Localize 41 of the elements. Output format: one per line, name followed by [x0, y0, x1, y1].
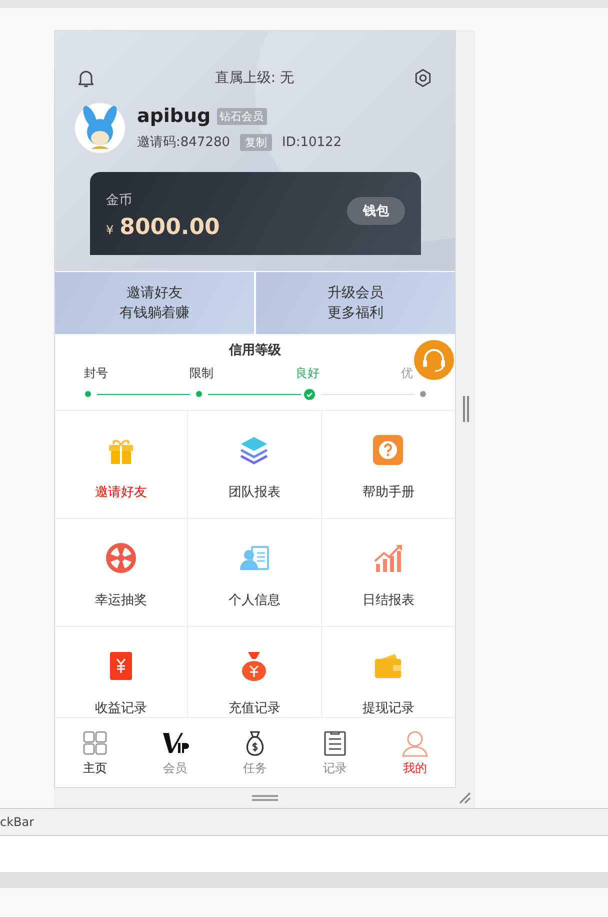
credit-step-label: 封号 — [84, 365, 108, 381]
promo-subtitle: 有钱躺着赚 — [120, 304, 190, 322]
resize-handle-icon[interactable] — [252, 795, 278, 801]
user-id: ID:10122 — [282, 134, 342, 150]
menu-item[interactable]: 幸运抽奖 — [55, 519, 188, 627]
resize-handle-icon[interactable] — [462, 396, 468, 422]
promo-banner[interactable]: 升级会员 更多福利 — [256, 272, 455, 334]
credit-step-label: 良好 — [295, 365, 320, 381]
tab-bar-item[interactable]: 我的 — [375, 718, 455, 787]
menu-item[interactable]: 日结报表 — [322, 519, 455, 627]
balance-amount: 8000.00 — [120, 215, 220, 240]
clipboard-icon — [321, 728, 349, 756]
resize-corner-icon[interactable] — [459, 792, 471, 804]
wallet-button[interactable]: 钱包 — [347, 196, 405, 224]
panel-tab-label[interactable]: ckBar — [0, 815, 34, 829]
horizontal-scrollbar[interactable] — [0, 872, 608, 888]
promo-title: 升级会员 — [328, 284, 384, 302]
user-icon — [401, 728, 429, 756]
tab-bar-item[interactable]: 主页 — [55, 718, 135, 787]
menu-item[interactable]: 邀请好友 — [55, 411, 188, 519]
member-level-badge: 钻石会员 — [216, 108, 267, 124]
menu-item[interactable]: 个人信息 — [188, 519, 322, 627]
currency-symbol: ¥ — [106, 223, 114, 237]
customer-service-icon[interactable] — [414, 340, 454, 380]
tab-bar-item[interactable]: 任务 — [215, 718, 295, 787]
invite-code: 邀请码:847280 — [137, 134, 230, 151]
tab-bar-item[interactable]: 会员 — [135, 718, 215, 787]
avatar — [75, 103, 125, 153]
grid-icon — [81, 728, 109, 756]
menu-item[interactable]: 帮助手册 — [322, 411, 455, 519]
promo-subtitle: 更多福利 — [328, 304, 384, 322]
promo-title: 邀请好友 — [126, 284, 182, 302]
referrer-label: 直属上级: 无 — [214, 69, 294, 87]
balance-label: 金币 — [106, 192, 133, 209]
tab-bar-item[interactable]: 记录 — [295, 718, 375, 787]
promo-banner[interactable]: 邀请好友 有钱躺着赚 — [55, 272, 254, 334]
credit-level-title: 信用等级 — [228, 342, 282, 359]
credit-step-label: 限制 — [190, 365, 214, 381]
user-name: apibug — [137, 105, 211, 127]
credit-step-label: 优 — [400, 365, 413, 381]
menu-item[interactable]: 团队报表 — [188, 411, 322, 519]
